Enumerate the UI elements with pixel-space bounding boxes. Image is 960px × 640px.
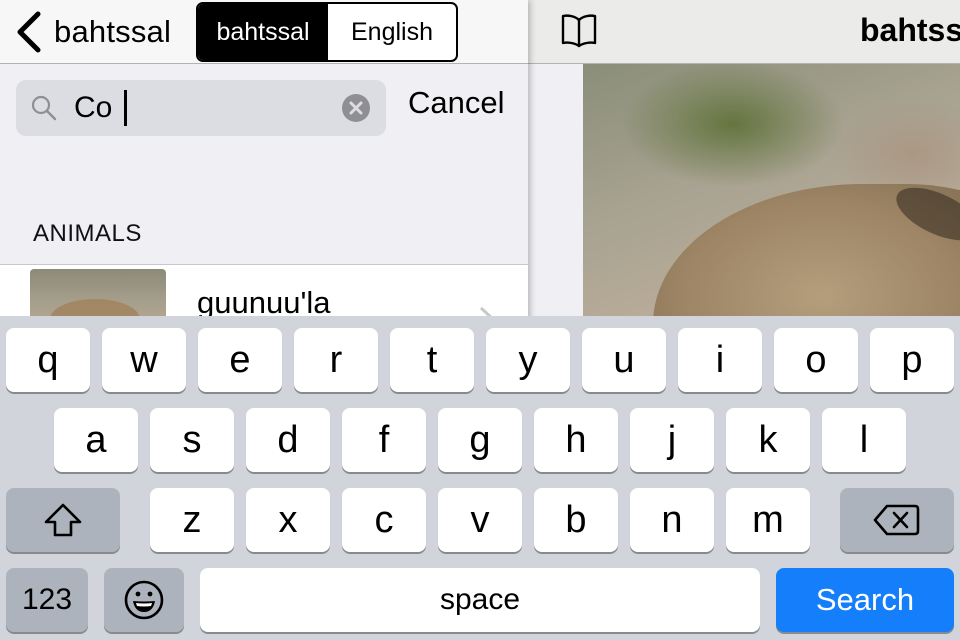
key-v[interactable]: v [438,488,522,552]
on-screen-keyboard: q w e r t y u i o p a s d f g h j k l z … [0,316,960,640]
cancel-button[interactable]: Cancel [408,85,505,121]
key-n[interactable]: n [630,488,714,552]
key-l[interactable]: l [822,408,906,472]
key-p[interactable]: p [870,328,954,392]
key-b[interactable]: b [534,488,618,552]
search-bar: Cancel [0,65,528,149]
key-f[interactable]: f [342,408,426,472]
key-x[interactable]: x [246,488,330,552]
section-header-animals: ANIMALS [33,220,142,247]
numbers-key[interactable]: 123 [6,568,88,632]
back-button[interactable]: bahtssal [14,8,171,56]
search-input[interactable] [74,88,334,128]
backspace-icon [873,504,920,536]
back-button-label: bahtssal [54,14,172,49]
numbers-key-label: 123 [21,583,73,616]
key-w[interactable]: w [102,328,186,392]
search-icon [31,95,57,121]
search-field[interactable] [16,80,386,136]
book-icon[interactable] [560,12,598,48]
clear-icon [349,101,363,115]
detail-title: bahtss [860,12,960,48]
key-d[interactable]: d [246,408,330,472]
segment-bahtssal[interactable]: bahtssal [198,4,328,60]
language-segmented-control: bahtssal English [196,2,458,62]
emoji-icon [124,580,164,620]
search-key-label: Search [815,582,915,617]
clear-search-button[interactable] [342,94,370,122]
key-h[interactable]: h [534,408,618,472]
backspace-key[interactable] [840,488,954,552]
coyote-photo [583,64,960,320]
key-r[interactable]: r [294,328,378,392]
left-navigation-bar: bahtssal bahtssal English [0,0,528,64]
key-g[interactable]: g [438,408,522,472]
text-caret [124,90,127,126]
key-i[interactable]: i [678,328,762,392]
shift-key[interactable] [6,488,120,552]
key-j[interactable]: j [630,408,714,472]
key-q[interactable]: q [6,328,90,392]
key-t[interactable]: t [390,328,474,392]
key-z[interactable]: z [150,488,234,552]
space-key[interactable]: space [200,568,760,632]
key-m[interactable]: m [726,488,810,552]
right-navigation-bar: bahtss [528,0,960,64]
key-s[interactable]: s [150,408,234,472]
shift-icon [44,503,82,537]
key-e[interactable]: e [198,328,282,392]
key-c[interactable]: c [342,488,426,552]
emoji-key[interactable] [104,568,184,632]
chevron-left-icon [17,11,41,53]
key-o[interactable]: o [774,328,858,392]
key-y[interactable]: y [486,328,570,392]
search-key[interactable]: Search [776,568,954,632]
key-k[interactable]: k [726,408,810,472]
space-key-label: space [439,583,521,616]
key-a[interactable]: a [54,408,138,472]
key-u[interactable]: u [582,328,666,392]
segment-english[interactable]: English [328,4,456,60]
